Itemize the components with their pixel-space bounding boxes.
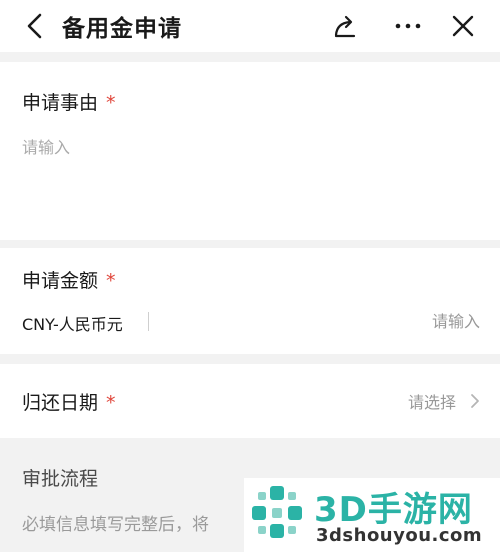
required-mark: *	[106, 392, 116, 414]
close-icon	[452, 15, 474, 37]
close-button[interactable]	[446, 9, 480, 43]
back-button[interactable]	[18, 10, 52, 42]
share-icon	[334, 15, 356, 38]
chevron-right-icon	[471, 394, 479, 408]
page-title: 备用金申请	[62, 16, 182, 42]
divider	[148, 312, 149, 331]
watermark: 3D手游网 3dshouyou.com	[244, 478, 500, 552]
amount-label-text: 申请金额	[22, 270, 99, 292]
page: 备用金申请 申请事由 * 申请金额 *	[0, 0, 500, 552]
approval-flow-description: 必填信息填写完整后，将	[22, 515, 209, 535]
reason-label: 申请事由 *	[22, 88, 116, 115]
return-date-label: 归还日期 *	[22, 388, 116, 415]
amount-card	[0, 248, 500, 354]
app-header: 备用金申请	[0, 0, 500, 52]
required-mark: *	[106, 270, 116, 292]
return-date-placeholder: 请选择	[407, 393, 456, 412]
watermark-brand: 3D手游网	[314, 490, 473, 530]
watermark-url: 3dshouyou.com	[316, 525, 483, 546]
reason-label-text: 申请事由	[22, 92, 99, 114]
watermark-logo-icon	[252, 486, 302, 538]
approval-flow-label: 审批流程	[22, 468, 99, 490]
reason-input[interactable]	[22, 134, 478, 224]
share-button[interactable]	[328, 9, 362, 43]
more-button[interactable]	[391, 9, 425, 43]
currency-selector[interactable]: CNY-人民币元	[22, 311, 123, 335]
required-mark: *	[106, 92, 116, 114]
amount-label: 申请金额 *	[22, 266, 116, 293]
chevron-left-icon	[27, 13, 42, 39]
more-dots-icon	[395, 23, 421, 29]
return-date-label-text: 归还日期	[22, 392, 99, 414]
return-date-picker[interactable]: 请选择	[380, 386, 480, 416]
amount-input[interactable]	[160, 306, 480, 336]
